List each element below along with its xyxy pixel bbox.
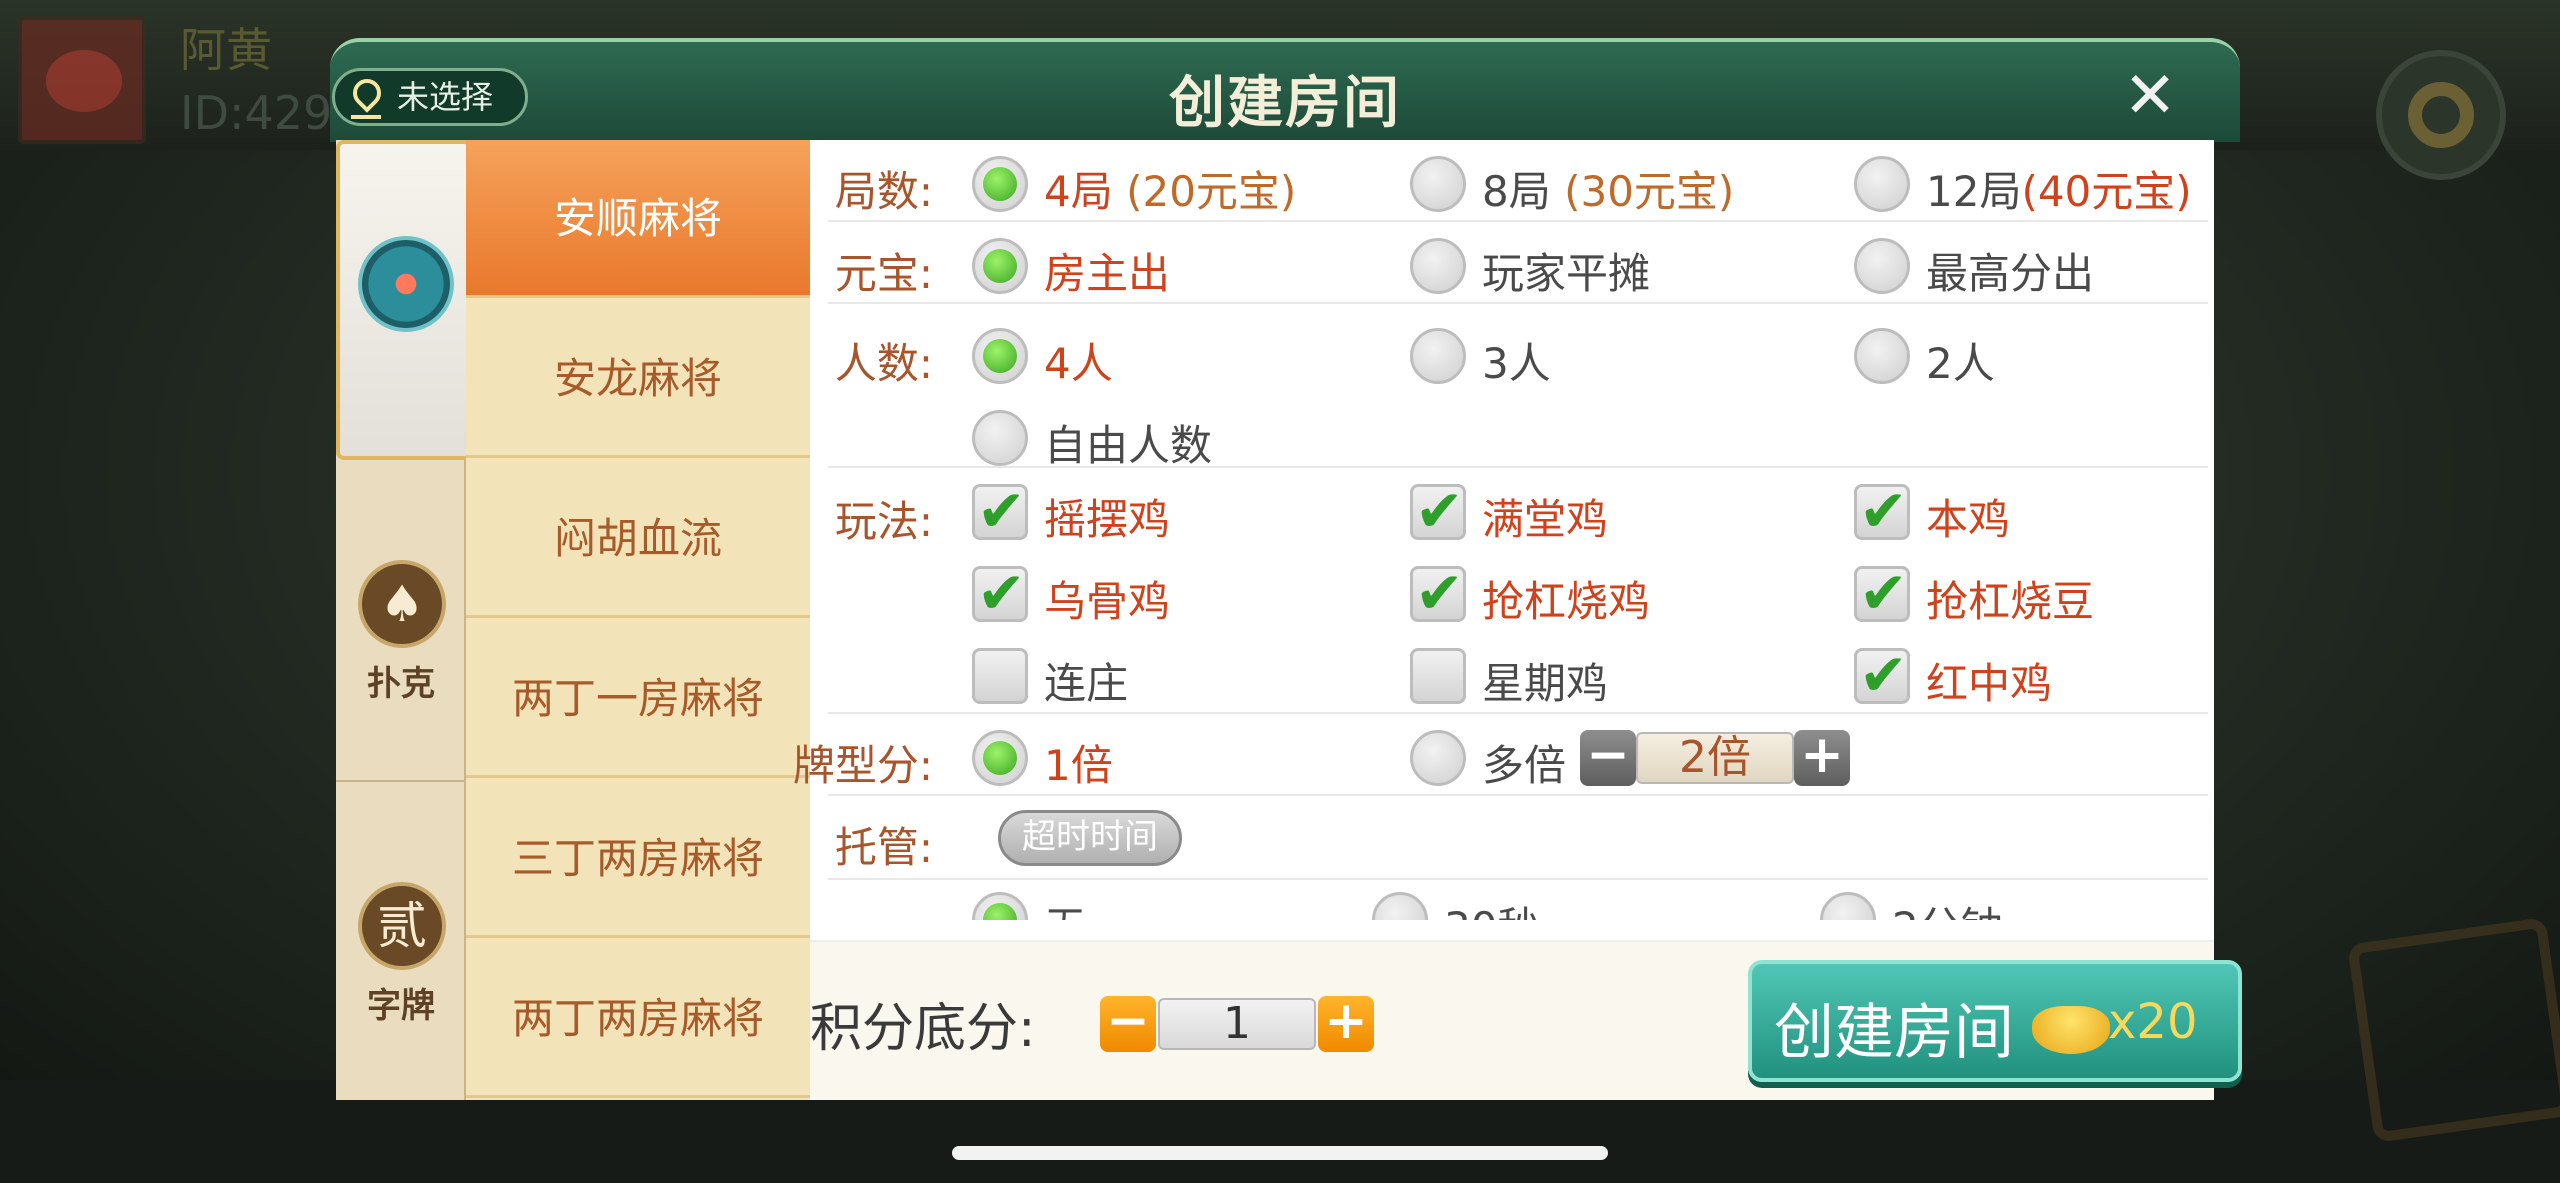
ingot-icon [2032, 1006, 2110, 1054]
player-id: ID:429 [180, 86, 333, 140]
base-score-label: 积分底分: [810, 999, 1036, 1059]
radio[interactable] [1410, 328, 1466, 384]
category-label: 字牌 [367, 986, 435, 1026]
radio-selected[interactable] [972, 238, 1028, 294]
base-score-plus-button[interactable]: + [1318, 995, 1374, 1052]
game-item[interactable]: 两丁两房麻将 [466, 940, 810, 1098]
base-score-value: 1 [1158, 998, 1316, 1050]
radio[interactable] [1372, 892, 1428, 920]
avatar-icon [18, 16, 146, 144]
game-item[interactable]: 安顺麻将 [466, 140, 810, 298]
radio[interactable] [1854, 156, 1910, 212]
dialog-header: 创建房间 [330, 38, 2240, 142]
location-pin-icon [347, 73, 387, 113]
radio-selected[interactable] [972, 328, 1028, 384]
radio[interactable] [1854, 328, 1910, 384]
multiplier-plus-button[interactable]: + [1794, 729, 1850, 786]
radio-selected[interactable] [972, 892, 1028, 920]
checkbox-checked[interactable] [972, 477, 1028, 545]
location-selector[interactable]: 未选择 [332, 68, 528, 126]
checkbox[interactable] [1410, 648, 1466, 704]
trustee-label: 托管: [834, 823, 933, 872]
radio[interactable] [1410, 238, 1466, 294]
radio[interactable] [1820, 892, 1876, 920]
trustee-options-row: 无 30秒 2分钟 [828, 880, 2208, 920]
radio-selected[interactable] [972, 730, 1028, 786]
checkbox-checked[interactable] [1854, 641, 1910, 709]
radio[interactable] [1410, 730, 1466, 786]
play-label: 玩法: [834, 497, 933, 546]
play-rules-row: 玩法: 摇摆鸡 满堂鸡 本鸡 乌骨鸡 抢杠烧鸡 抢杠烧豆 连庄 [828, 468, 2208, 714]
timeout-pill: 超时时间 [998, 810, 1182, 866]
game-item[interactable]: 三丁两房麻将 [466, 780, 810, 938]
hand-score-row: 牌型分: 1倍 多倍 − 2倍 + [793, 714, 2208, 796]
category-label: 扑克 [367, 664, 435, 704]
game-list: 安顺麻将 安龙麻将 闷胡血流 两丁一房麻将 三丁两房麻将 两丁两房麻将 [466, 140, 810, 1100]
game-item[interactable]: 安龙麻将 [466, 300, 810, 458]
radio[interactable] [972, 410, 1028, 466]
ingot-row: 元宝: 房主出 玩家平摊 最高分出 [828, 222, 2208, 304]
base-score-stepper: − 1 + [1100, 995, 1380, 1052]
cart-icon [2347, 917, 2560, 1143]
checkbox-checked[interactable] [1410, 477, 1466, 545]
rounds-label: 局数: [834, 167, 933, 216]
players-label: 人数: [834, 339, 933, 388]
game-item[interactable]: 两丁一房麻将 [466, 620, 810, 778]
mahjong-emblem-icon [358, 236, 454, 332]
base-score-minus-button[interactable]: − [1100, 995, 1156, 1052]
character-tile-icon: 贰 [358, 882, 446, 970]
radio[interactable] [1854, 238, 1910, 294]
checkbox-checked[interactable] [1854, 477, 1910, 545]
ingot-label: 元宝: [834, 249, 933, 298]
trustee-row: 托管: 超时时间 [828, 796, 2208, 880]
hand-score-label: 牌型分: [792, 741, 933, 790]
category-poker[interactable]: ♠ 扑克 [336, 460, 466, 780]
multiplier-minus-button[interactable]: − [1580, 729, 1636, 786]
location-label: 未选择 [397, 78, 494, 116]
dialog-title: 创建房间 [1169, 71, 1401, 136]
player-name: 阿黄 [180, 23, 272, 77]
rounds-row: 局数: 4局 (20元宝) 8局 (30元宝) 12局(40元宝) [828, 140, 2208, 222]
game-item[interactable]: 闷胡血流 [466, 460, 810, 618]
radio-selected[interactable] [972, 156, 1028, 212]
checkbox[interactable] [972, 648, 1028, 704]
checkbox-checked[interactable] [1410, 559, 1466, 627]
category-zipai[interactable]: 贰 字牌 [336, 780, 466, 1100]
category-mahjong[interactable] [336, 140, 472, 460]
gear-icon [2376, 50, 2506, 180]
checkbox-checked[interactable] [972, 559, 1028, 627]
spade-icon: ♠ [358, 560, 446, 648]
multiplier-value: 2倍 [1636, 732, 1794, 784]
radio[interactable] [1410, 156, 1466, 212]
close-button[interactable]: ✕ [2118, 64, 2182, 130]
checkbox-checked[interactable] [1854, 559, 1910, 627]
home-indicator[interactable] [952, 1146, 1608, 1160]
create-room-cost: x20 [2108, 994, 2198, 1050]
multiplier-stepper: − 2倍 + [1580, 729, 1850, 786]
players-row: 人数: 4人 3人 2人 自由人数 [828, 304, 2208, 470]
create-room-label: 创建房间 [1774, 998, 2014, 1068]
create-room-button[interactable]: 创建房间 x20 [1748, 960, 2242, 1082]
